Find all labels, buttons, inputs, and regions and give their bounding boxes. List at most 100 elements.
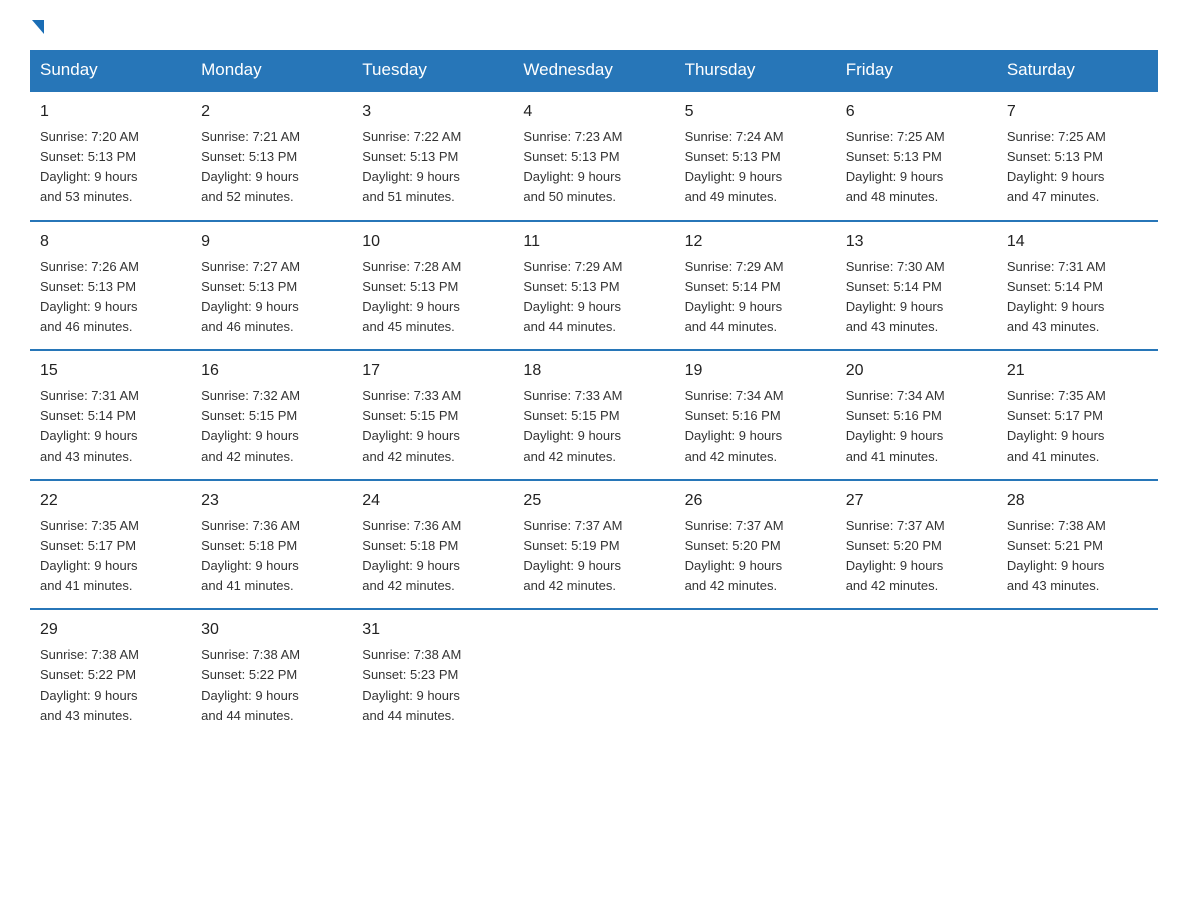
day-info: Sunrise: 7:37 AMSunset: 5:19 PMDaylight:… <box>523 516 664 597</box>
day-number: 25 <box>523 489 664 513</box>
day-number: 22 <box>40 489 181 513</box>
day-number: 9 <box>201 230 342 254</box>
day-info: Sunrise: 7:24 AMSunset: 5:13 PMDaylight:… <box>685 127 826 208</box>
calendar-week-row: 29 Sunrise: 7:38 AMSunset: 5:22 PMDayligh… <box>30 609 1158 738</box>
day-number: 1 <box>40 100 181 124</box>
calendar-day-cell: 13 Sunrise: 7:30 AMSunset: 5:14 PMDayligh… <box>836 221 997 351</box>
calendar-day-cell: 7 Sunrise: 7:25 AMSunset: 5:13 PMDaylight… <box>997 91 1158 221</box>
day-info: Sunrise: 7:30 AMSunset: 5:14 PMDaylight:… <box>846 257 987 338</box>
weekday-header-saturday: Saturday <box>997 50 1158 91</box>
day-info: Sunrise: 7:26 AMSunset: 5:13 PMDaylight:… <box>40 257 181 338</box>
day-number: 13 <box>846 230 987 254</box>
weekday-header-sunday: Sunday <box>30 50 191 91</box>
day-info: Sunrise: 7:37 AMSunset: 5:20 PMDaylight:… <box>846 516 987 597</box>
day-number: 20 <box>846 359 987 383</box>
weekday-header-row: SundayMondayTuesdayWednesdayThursdayFrid… <box>30 50 1158 91</box>
day-info: Sunrise: 7:38 AMSunset: 5:21 PMDaylight:… <box>1007 516 1148 597</box>
day-number: 15 <box>40 359 181 383</box>
calendar-day-cell: 12Sunrise: 7:29 AMSunset: 5:14 PMDayligh… <box>675 221 836 351</box>
calendar-day-cell: 22 Sunrise: 7:35 AMSunset: 5:17 PMDayligh… <box>30 480 191 610</box>
calendar-day-cell: 4 Sunrise: 7:23 AMSunset: 5:13 PMDaylight… <box>513 91 674 221</box>
day-info: Sunrise: 7:32 AMSunset: 5:15 PMDaylight:… <box>201 386 342 467</box>
calendar-day-cell <box>997 609 1158 738</box>
day-info: Sunrise: 7:36 AMSunset: 5:18 PMDaylight:… <box>201 516 342 597</box>
calendar-day-cell: 27 Sunrise: 7:37 AMSunset: 5:20 PMDayligh… <box>836 480 997 610</box>
calendar-day-cell: 30 Sunrise: 7:38 AMSunset: 5:22 PMDayligh… <box>191 609 352 738</box>
calendar-day-cell: 17Sunrise: 7:33 AMSunset: 5:15 PMDayligh… <box>352 350 513 480</box>
calendar-week-row: 22 Sunrise: 7:35 AMSunset: 5:17 PMDayligh… <box>30 480 1158 610</box>
calendar-day-cell: 6 Sunrise: 7:25 AMSunset: 5:13 PMDaylight… <box>836 91 997 221</box>
day-number: 10 <box>362 230 503 254</box>
day-number: 23 <box>201 489 342 513</box>
calendar-day-cell: 19 Sunrise: 7:34 AMSunset: 5:16 PMDayligh… <box>675 350 836 480</box>
day-number: 2 <box>201 100 342 124</box>
day-info: Sunrise: 7:29 AMSunset: 5:13 PMDaylight:… <box>523 257 664 338</box>
calendar-table: SundayMondayTuesdayWednesdayThursdayFrid… <box>30 50 1158 738</box>
day-number: 29 <box>40 618 181 642</box>
calendar-day-cell: 16 Sunrise: 7:32 AMSunset: 5:15 PMDayligh… <box>191 350 352 480</box>
calendar-day-cell: 15Sunrise: 7:31 AMSunset: 5:14 PMDayligh… <box>30 350 191 480</box>
day-number: 7 <box>1007 100 1148 124</box>
day-info: Sunrise: 7:25 AMSunset: 5:13 PMDaylight:… <box>846 127 987 208</box>
day-number: 18 <box>523 359 664 383</box>
calendar-day-cell: 21Sunrise: 7:35 AMSunset: 5:17 PMDayligh… <box>997 350 1158 480</box>
calendar-day-cell <box>836 609 997 738</box>
day-number: 16 <box>201 359 342 383</box>
day-info: Sunrise: 7:25 AMSunset: 5:13 PMDaylight:… <box>1007 127 1148 208</box>
calendar-week-row: 8 Sunrise: 7:26 AMSunset: 5:13 PMDaylight… <box>30 221 1158 351</box>
calendar-day-cell: 25 Sunrise: 7:37 AMSunset: 5:19 PMDayligh… <box>513 480 674 610</box>
calendar-day-cell: 5 Sunrise: 7:24 AMSunset: 5:13 PMDaylight… <box>675 91 836 221</box>
day-number: 3 <box>362 100 503 124</box>
weekday-header-monday: Monday <box>191 50 352 91</box>
weekday-header-tuesday: Tuesday <box>352 50 513 91</box>
day-info: Sunrise: 7:38 AMSunset: 5:22 PMDaylight:… <box>40 645 181 726</box>
calendar-day-cell: 26 Sunrise: 7:37 AMSunset: 5:20 PMDayligh… <box>675 480 836 610</box>
day-info: Sunrise: 7:38 AMSunset: 5:23 PMDaylight:… <box>362 645 503 726</box>
day-info: Sunrise: 7:27 AMSunset: 5:13 PMDaylight:… <box>201 257 342 338</box>
calendar-day-cell: 14Sunrise: 7:31 AMSunset: 5:14 PMDayligh… <box>997 221 1158 351</box>
day-number: 27 <box>846 489 987 513</box>
day-number: 5 <box>685 100 826 124</box>
day-number: 8 <box>40 230 181 254</box>
calendar-week-row: 15Sunrise: 7:31 AMSunset: 5:14 PMDayligh… <box>30 350 1158 480</box>
day-info: Sunrise: 7:35 AMSunset: 5:17 PMDaylight:… <box>1007 386 1148 467</box>
weekday-header-thursday: Thursday <box>675 50 836 91</box>
day-info: Sunrise: 7:38 AMSunset: 5:22 PMDaylight:… <box>201 645 342 726</box>
day-number: 30 <box>201 618 342 642</box>
calendar-day-cell: 1Sunrise: 7:20 AMSunset: 5:13 PMDaylight… <box>30 91 191 221</box>
calendar-day-cell: 9 Sunrise: 7:27 AMSunset: 5:13 PMDaylight… <box>191 221 352 351</box>
day-number: 19 <box>685 359 826 383</box>
day-number: 26 <box>685 489 826 513</box>
calendar-day-cell: 10 Sunrise: 7:28 AMSunset: 5:13 PMDayligh… <box>352 221 513 351</box>
page-header <box>30 20 1158 34</box>
day-info: Sunrise: 7:33 AMSunset: 5:15 PMDaylight:… <box>362 386 503 467</box>
day-number: 24 <box>362 489 503 513</box>
day-info: Sunrise: 7:28 AMSunset: 5:13 PMDaylight:… <box>362 257 503 338</box>
day-info: Sunrise: 7:22 AMSunset: 5:13 PMDaylight:… <box>362 127 503 208</box>
calendar-day-cell: 28 Sunrise: 7:38 AMSunset: 5:21 PMDayligh… <box>997 480 1158 610</box>
day-info: Sunrise: 7:35 AMSunset: 5:17 PMDaylight:… <box>40 516 181 597</box>
logo <box>30 20 46 34</box>
day-number: 14 <box>1007 230 1148 254</box>
calendar-day-cell: 3 Sunrise: 7:22 AMSunset: 5:13 PMDaylight… <box>352 91 513 221</box>
day-info: Sunrise: 7:23 AMSunset: 5:13 PMDaylight:… <box>523 127 664 208</box>
weekday-header-friday: Friday <box>836 50 997 91</box>
day-info: Sunrise: 7:37 AMSunset: 5:20 PMDaylight:… <box>685 516 826 597</box>
day-number: 4 <box>523 100 664 124</box>
day-info: Sunrise: 7:34 AMSunset: 5:16 PMDaylight:… <box>846 386 987 467</box>
day-number: 28 <box>1007 489 1148 513</box>
day-info: Sunrise: 7:34 AMSunset: 5:16 PMDaylight:… <box>685 386 826 467</box>
calendar-day-cell: 24 Sunrise: 7:36 AMSunset: 5:18 PMDayligh… <box>352 480 513 610</box>
day-info: Sunrise: 7:33 AMSunset: 5:15 PMDaylight:… <box>523 386 664 467</box>
weekday-header-wednesday: Wednesday <box>513 50 674 91</box>
day-info: Sunrise: 7:36 AMSunset: 5:18 PMDaylight:… <box>362 516 503 597</box>
day-info: Sunrise: 7:21 AMSunset: 5:13 PMDaylight:… <box>201 127 342 208</box>
calendar-day-cell: 2 Sunrise: 7:21 AMSunset: 5:13 PMDaylight… <box>191 91 352 221</box>
calendar-day-cell <box>513 609 674 738</box>
day-number: 6 <box>846 100 987 124</box>
calendar-week-row: 1Sunrise: 7:20 AMSunset: 5:13 PMDaylight… <box>30 91 1158 221</box>
calendar-day-cell <box>675 609 836 738</box>
calendar-day-cell: 20 Sunrise: 7:34 AMSunset: 5:16 PMDayligh… <box>836 350 997 480</box>
day-number: 12 <box>685 230 826 254</box>
day-number: 11 <box>523 230 664 254</box>
